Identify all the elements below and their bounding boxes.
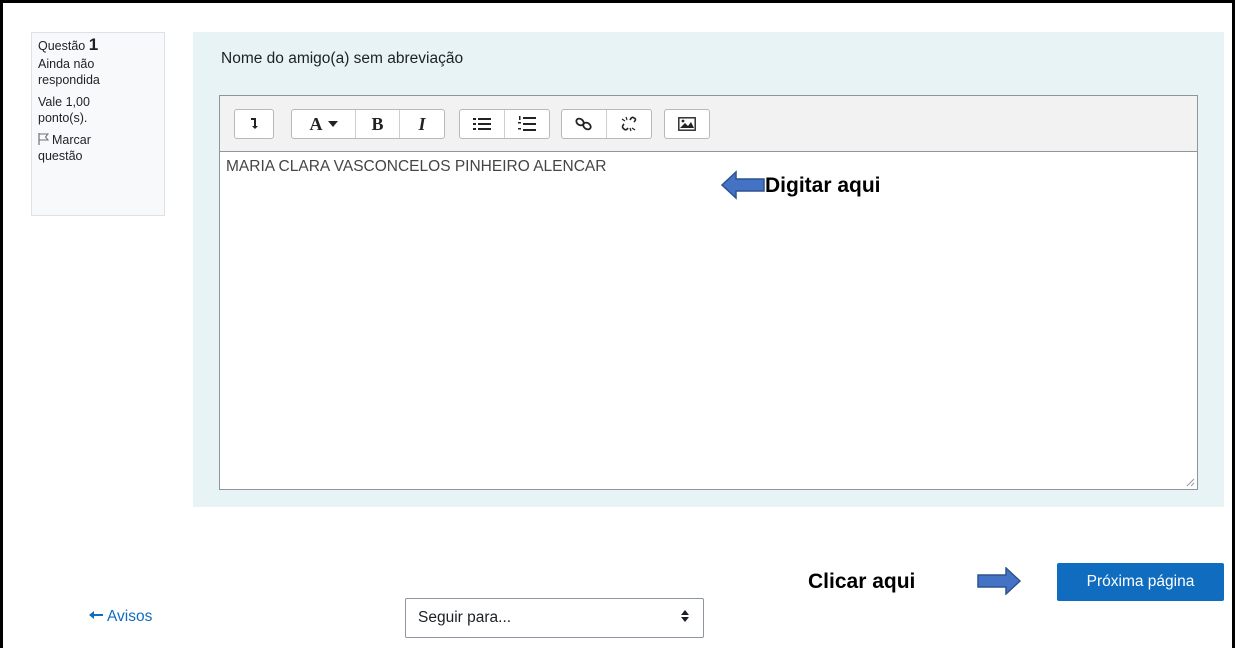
answer-editor[interactable]: A B I MARIA CLARA VASCONCELOS PINHEIRO A…	[219, 95, 1198, 490]
editor-toolbar: A B I	[220, 96, 1197, 152]
image-icon	[678, 117, 696, 131]
toggle-toolbar-button[interactable]	[235, 110, 273, 138]
bold-button[interactable]: B	[356, 110, 400, 138]
jump-to-select[interactable]: Seguir para...	[405, 598, 704, 638]
resize-handle-icon[interactable]	[1185, 477, 1195, 487]
arrow-left-icon	[721, 170, 765, 200]
unordered-list-icon	[473, 118, 491, 130]
unlink-button[interactable]	[607, 110, 651, 138]
ordered-list-icon	[518, 116, 536, 131]
link-button[interactable]	[562, 110, 607, 138]
question-state: Ainda não respondida	[38, 57, 100, 87]
question-text: Nome do amigo(a) sem abreviação	[221, 50, 464, 67]
unlink-icon	[621, 116, 637, 132]
toolbar-group-style: A B I	[291, 109, 445, 139]
question-info: Questão 1 Ainda não respondida Vale 1,00…	[31, 32, 165, 216]
toolbar-group-lists	[459, 109, 550, 139]
link-icon	[575, 117, 592, 131]
arrow-right-icon	[977, 567, 1021, 595]
bold-icon: B	[371, 113, 384, 134]
annotation-type-here: Digitar aqui	[765, 174, 881, 197]
toolbar-group-media	[664, 109, 710, 139]
font-color-icon: A	[309, 113, 323, 134]
italic-button[interactable]: I	[400, 110, 444, 138]
image-button[interactable]	[665, 110, 709, 138]
arrow-left-icon	[89, 611, 103, 619]
ordered-list-button[interactable]	[505, 110, 549, 138]
flag-icon	[38, 133, 50, 145]
answer-text[interactable]: MARIA CLARA VASCONCELOS PINHEIRO ALENCAR	[226, 158, 606, 176]
font-color-button[interactable]: A	[292, 110, 356, 138]
flag-question-link[interactable]: Marcar questão	[38, 132, 158, 164]
toolbar-group-toggle	[234, 109, 274, 139]
unordered-list-button[interactable]	[460, 110, 505, 138]
question-formulation: Nome do amigo(a) sem abreviação A B I MA…	[193, 32, 1224, 507]
toolbar-group-links	[561, 109, 652, 139]
annotation-click-here: Clicar aqui	[808, 570, 916, 593]
question-grade: Vale 1,00 ponto(s).	[38, 95, 90, 125]
next-page-button[interactable]: Próxima página	[1057, 563, 1224, 601]
chevron-down-icon	[327, 121, 338, 127]
italic-icon: I	[418, 113, 426, 134]
previous-activity-link[interactable]: Avisos	[89, 608, 152, 626]
sort-caret-icon	[681, 610, 689, 622]
question-number: Questão 1	[38, 35, 99, 54]
toggle-toolbar-icon	[251, 118, 258, 129]
